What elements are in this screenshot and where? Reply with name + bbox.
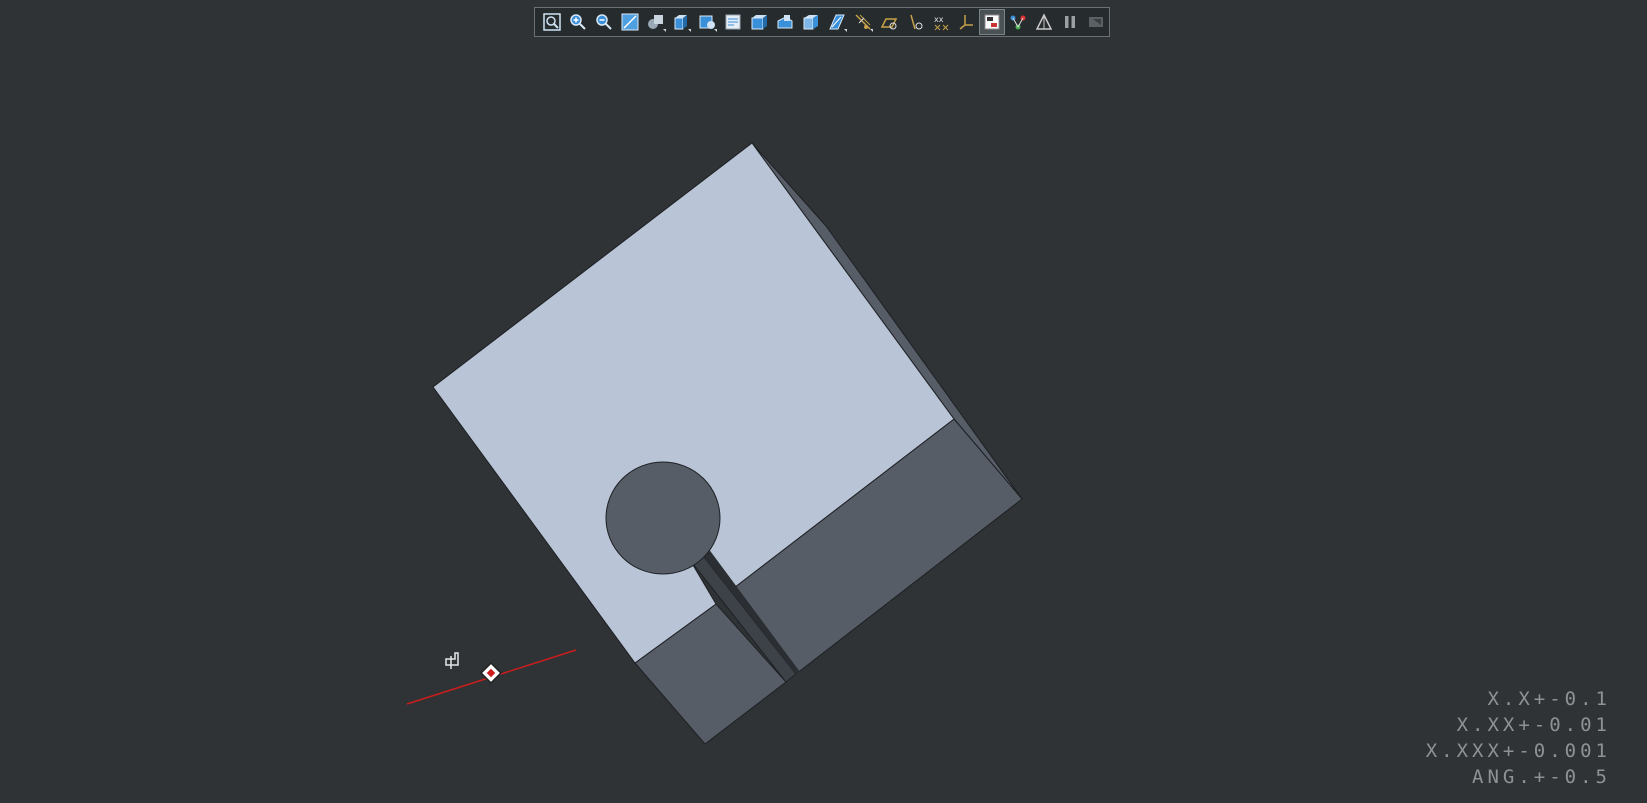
csys-display-button[interactable]	[954, 9, 980, 35]
annotation-display-icon	[984, 14, 1000, 30]
simulation-button[interactable]	[1031, 9, 1057, 35]
spin-center-button[interactable]	[1005, 9, 1031, 35]
svg-text:xx: xx	[934, 15, 944, 24]
display-style-button[interactable]	[643, 9, 669, 35]
zoom-out-icon	[596, 14, 612, 30]
repaint-button[interactable]	[617, 9, 643, 35]
point-display-icon: xx	[934, 15, 948, 31]
cube-view-icon	[803, 15, 819, 30]
tolerance-line-3: X.XXX+-0.001	[1425, 740, 1611, 762]
view-toolbar: xx	[534, 7, 1110, 37]
zoom-fit-icon	[543, 13, 561, 31]
graphics-window[interactable]	[0, 0, 1647, 799]
csys-display-icon	[959, 15, 974, 30]
saved-orientations-button[interactable]	[669, 9, 695, 35]
pause-button[interactable]	[1057, 9, 1083, 35]
model-canvas[interactable]	[0, 0, 1647, 799]
pause-icon	[1065, 16, 1076, 28]
annotation-display-button[interactable]	[979, 9, 1006, 35]
perspective-button[interactable]	[772, 9, 798, 35]
zoom-in-icon	[570, 14, 586, 30]
tolerance-line-4: ANG.+-0.5	[1472, 766, 1611, 788]
repaint-icon	[621, 13, 639, 31]
plane-display-button[interactable]	[824, 9, 850, 35]
model-hole[interactable]	[605, 461, 721, 575]
axis-display-button[interactable]	[902, 9, 928, 35]
perspective-icon	[777, 15, 793, 29]
tolerance-line-2: X.XX+-0.01	[1456, 714, 1611, 736]
sketch-display-button[interactable]	[876, 9, 902, 35]
appearance-icon	[751, 15, 768, 30]
cursor-icon	[445, 652, 459, 669]
refit-button[interactable]	[539, 9, 565, 35]
cube-view-button[interactable]	[798, 9, 824, 35]
section-icon	[725, 14, 741, 30]
axis-display-icon	[909, 14, 923, 30]
point-display-button[interactable]: xx	[928, 9, 954, 35]
tolerance-table: X.X+-0.1 X.XX+-0.01 X.XXX+-0.001 ANG.+-0…	[1426, 686, 1611, 790]
view-manager-button[interactable]	[694, 9, 720, 35]
tolerance-line-1: X.X+-0.1	[1487, 688, 1611, 710]
zoom-in-button[interactable]	[565, 9, 591, 35]
disabled-button	[1083, 9, 1109, 35]
sketch-display-icon	[880, 18, 897, 30]
simulation-icon	[1035, 13, 1053, 30]
section-button[interactable]	[720, 9, 746, 35]
appearance-button[interactable]	[746, 9, 772, 35]
spin-center-icon	[1010, 15, 1026, 30]
datum-display-button[interactable]	[850, 9, 876, 35]
zoom-out-button[interactable]	[591, 9, 617, 35]
disabled-icon	[1089, 17, 1103, 27]
